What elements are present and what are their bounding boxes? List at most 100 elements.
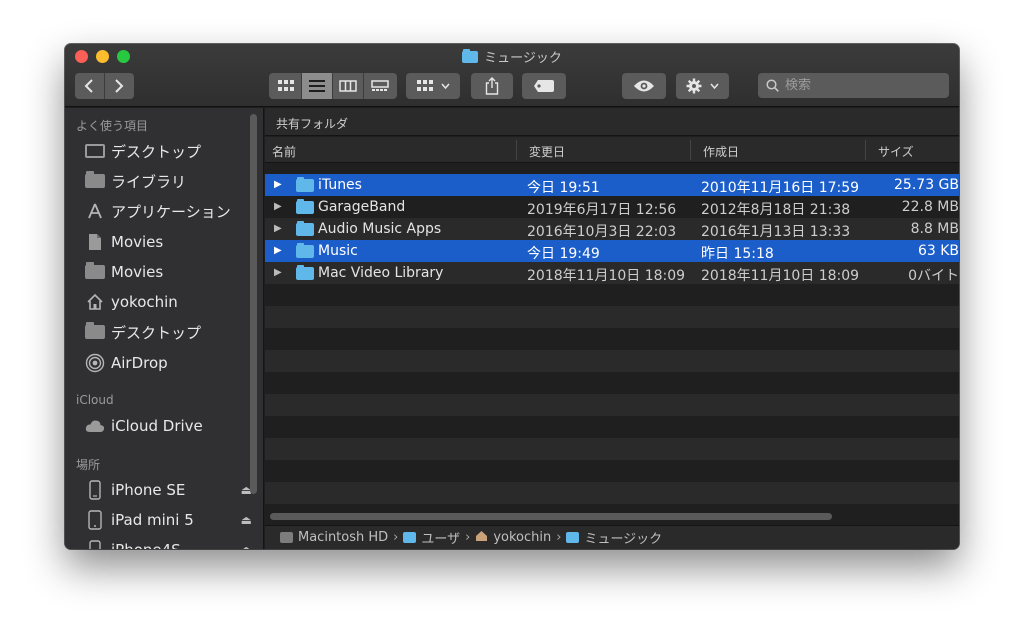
table-row[interactable]: ▶ GarageBand 2019年6月17日 12:56 2012年8月18日… — [265, 196, 959, 218]
empty-row — [265, 416, 959, 438]
sidebar-item-desktop-folder[interactable]: デスクトップ — [85, 321, 260, 343]
column-divider[interactable] — [516, 140, 517, 160]
column-header-created[interactable]: 作成日 — [703, 143, 739, 160]
disclosure-triangle-icon[interactable]: ▶ — [274, 179, 282, 190]
column-header-size[interactable]: サイズ — [878, 143, 914, 160]
table-row[interactable]: ▶ Audio Music Apps 2016年10月3日 22:03 2016… — [265, 218, 959, 240]
nav-buttons — [75, 73, 134, 99]
column-divider[interactable] — [865, 140, 866, 160]
sidebar-item-ipad-mini[interactable]: iPad mini 5 ⏏ — [85, 509, 260, 531]
icon-view-button[interactable] — [271, 73, 302, 99]
chevron-right-icon — [115, 79, 124, 93]
desktop-icon — [85, 142, 105, 160]
group-button[interactable] — [406, 73, 460, 99]
favorites-header: よく使う項目 — [76, 119, 149, 133]
table-row[interactable]: ▶ iTunes 今日 19:51 2010年11月16日 17:59 25.7… — [265, 174, 959, 196]
sidebar-item-library[interactable]: ライブラリ — [85, 170, 260, 192]
icloud-header: iCloud — [76, 393, 114, 407]
forward-button[interactable] — [105, 73, 134, 99]
file-list-pane: 共有フォルダ 名前 変更日 作成日 サイズ ▶ iTunes 今日 19:51 … — [265, 108, 959, 549]
empty-row — [265, 438, 959, 460]
column-header-name[interactable]: 名前 — [272, 143, 296, 160]
file-size: 8.8 MB — [910, 221, 959, 237]
sidebar-item-label: デスクトップ — [111, 323, 202, 342]
column-header-modified[interactable]: 変更日 — [529, 143, 565, 160]
share-button[interactable] — [471, 73, 513, 99]
column-view-button[interactable] — [333, 73, 364, 99]
quick-look-button[interactable] — [622, 73, 666, 99]
path-item[interactable]: yokochin — [493, 530, 551, 545]
eject-icon[interactable]: ⏏ — [241, 513, 252, 527]
empty-row — [265, 482, 959, 504]
file-size: 0バイト — [908, 268, 959, 284]
sidebar-item-label: アプリケーション — [111, 202, 231, 221]
action-button[interactable] — [676, 73, 729, 99]
sidebar-item-home[interactable]: yokochin — [85, 291, 260, 313]
hard-drive-icon — [280, 532, 293, 543]
sidebar-item-desktop[interactable]: デスクトップ — [85, 140, 260, 162]
sidebar-item-applications[interactable]: アプリケーション — [85, 200, 260, 222]
folder-icon — [296, 177, 314, 192]
disclosure-triangle-icon[interactable]: ▶ — [274, 245, 282, 256]
file-name: Audio Music Apps — [318, 221, 442, 237]
document-icon — [85, 233, 105, 251]
airdrop-icon — [85, 353, 105, 373]
sidebar-item-airdrop[interactable]: AirDrop — [85, 352, 260, 374]
column-header-row: 名前 変更日 作成日 サイズ — [265, 137, 959, 163]
sidebar: よく使う項目 デスクトップ ライブラリ アプリケーション Movies Movi… — [65, 108, 264, 549]
tag-button[interactable] — [522, 73, 566, 99]
file-size: 63 KB — [917, 243, 959, 259]
chevron-down-icon — [710, 83, 719, 89]
back-button[interactable] — [75, 73, 105, 99]
title-bar: ミュージック — [65, 44, 959, 107]
users-folder-icon — [403, 532, 417, 543]
created-date: 昨日 15:18 — [701, 246, 774, 262]
disclosure-triangle-icon[interactable]: ▶ — [274, 267, 282, 278]
sidebar-item-label: yokochin — [111, 293, 178, 311]
table-row[interactable]: ▶ Mac Video Library 2018年11月10日 18:09 20… — [265, 262, 959, 284]
path-item[interactable]: ユーザ — [421, 528, 460, 547]
gear-icon — [686, 78, 702, 94]
path-bar: Macintosh HD › ユーザ › yokochin › ミュージック — [265, 525, 959, 549]
search-input[interactable] — [785, 78, 935, 93]
sidebar-item-movies-doc[interactable]: Movies — [85, 231, 260, 253]
path-item[interactable]: Macintosh HD — [298, 530, 388, 545]
file-name: iTunes — [318, 177, 362, 193]
sidebar-item-label: Movies — [111, 233, 164, 251]
created-date: 2018年11月10日 18:09 — [701, 268, 860, 284]
column-divider[interactable] — [690, 140, 691, 160]
sidebar-item-label: デスクトップ — [111, 142, 202, 161]
folder-icon — [296, 265, 314, 280]
sidebar-item-label: iPhone4S — [111, 541, 181, 549]
gallery-view-button[interactable] — [364, 73, 395, 99]
sidebar-item-iphone-se[interactable]: iPhone SE ⏏ — [85, 479, 260, 501]
tablet-icon — [85, 510, 105, 530]
table-row[interactable]: ▶ Music 今日 19:49 昨日 15:18 63 KB — [265, 240, 959, 262]
applications-icon — [85, 202, 105, 220]
file-rows: ▶ iTunes 今日 19:51 2010年11月16日 17:59 25.7… — [265, 164, 959, 544]
shared-folder-header: 共有フォルダ — [265, 108, 959, 136]
empty-row — [265, 372, 959, 394]
sidebar-item-icloud-drive[interactable]: iCloud Drive — [85, 415, 260, 437]
eye-icon — [634, 80, 654, 92]
sidebar-scrollbar[interactable] — [250, 114, 257, 494]
sidebar-item-iphone4s[interactable]: iPhone4S ⏏ — [85, 539, 260, 549]
chevron-right-icon: › — [556, 530, 562, 545]
sidebar-item-movies-folder[interactable]: Movies — [85, 261, 260, 283]
folder-icon — [296, 243, 314, 258]
grid-icon — [278, 80, 294, 91]
disclosure-triangle-icon[interactable]: ▶ — [274, 223, 282, 234]
chevron-down-icon — [440, 83, 450, 89]
empty-row — [265, 284, 959, 306]
search-field[interactable] — [758, 73, 949, 98]
eject-icon[interactable]: ⏏ — [241, 543, 252, 549]
sidebar-item-label: iCloud Drive — [111, 417, 203, 435]
horizontal-scrollbar[interactable] — [270, 513, 832, 520]
sidebar-item-label: Movies — [111, 263, 164, 281]
music-folder-icon — [566, 532, 580, 543]
path-item[interactable]: ミュージック — [584, 528, 662, 547]
chevron-right-icon: › — [465, 530, 471, 545]
disclosure-triangle-icon[interactable]: ▶ — [274, 201, 282, 212]
list-view-button[interactable] — [302, 73, 333, 99]
columns-icon — [339, 80, 357, 92]
